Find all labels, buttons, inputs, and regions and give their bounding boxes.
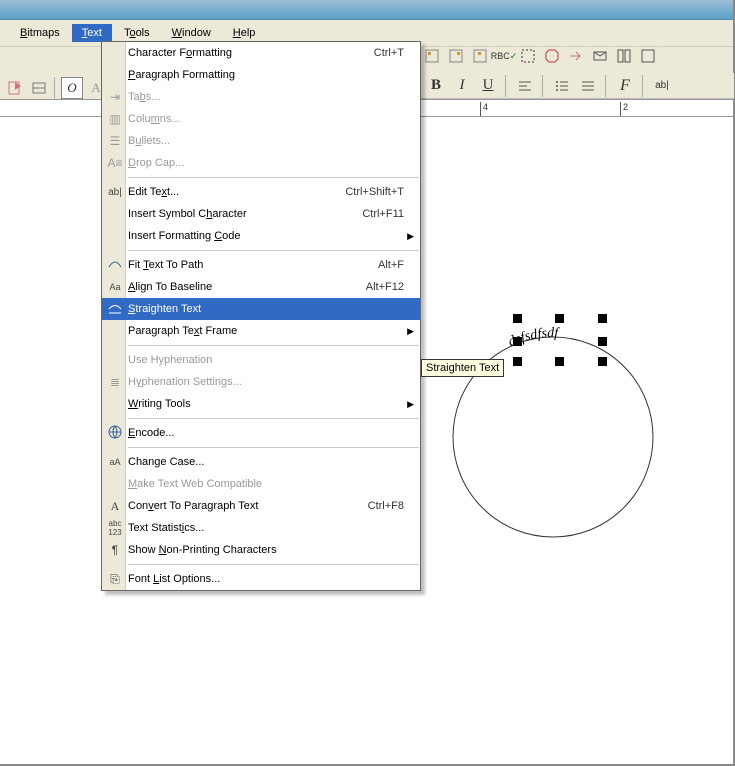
tabs-icon: ⇥: [102, 90, 128, 104]
selection-handle[interactable]: [513, 314, 522, 323]
menu-insert-formatting-code[interactable]: Insert Formatting CodeInsert Formatting …: [102, 225, 420, 247]
toolbar-italic-o[interactable]: O: [61, 77, 83, 99]
bullets-icon: ☰: [102, 134, 128, 148]
straighten-icon: [102, 301, 128, 318]
menu-separator: [128, 177, 419, 178]
selection-handle[interactable]: [513, 337, 522, 346]
submenu-arrow-icon: ▶: [404, 326, 414, 337]
selection-handle[interactable]: [598, 357, 607, 366]
edit-text-button[interactable]: ab|: [651, 75, 673, 97]
underline-button[interactable]: U: [477, 75, 499, 97]
fit-path-icon: [102, 257, 128, 274]
pilcrow-icon: ¶: [102, 543, 128, 557]
submenu-arrow-icon: ▶: [404, 399, 414, 410]
selection-handle[interactable]: [513, 357, 522, 366]
toolbar-separator: [54, 77, 57, 99]
toolbar-separator: [642, 75, 645, 97]
toolbar-separator: [542, 75, 545, 97]
menu-separator: [128, 447, 419, 448]
menu-show-nonprinting[interactable]: ¶ Show Non-Printing CharactersShow Non-P…: [102, 539, 420, 561]
list-button[interactable]: [551, 75, 573, 97]
menu-use-hyphenation: Use Hyphenation: [102, 349, 420, 371]
menu-fit-text-to-path[interactable]: Fit Text To PathFit Text To Path Alt+F: [102, 254, 420, 276]
convert-para-icon: A: [102, 499, 128, 514]
wrap-icon[interactable]: [421, 45, 443, 67]
dropcap-icon: A≡: [102, 156, 128, 170]
wrap-icon2[interactable]: [445, 45, 467, 67]
italic-button[interactable]: I: [451, 75, 473, 97]
edit-text-icon: ab|: [102, 187, 128, 198]
toolbar-icons-row1: RBC✓: [421, 45, 659, 67]
menu-text[interactable]: TextText: [72, 24, 112, 42]
wrap-icon3[interactable]: [469, 45, 491, 67]
marquee-icon[interactable]: [517, 45, 539, 67]
change-case-icon: aA: [102, 457, 128, 467]
menu-dropcap: A≡ Drop Cap...Drop Cap...: [102, 152, 420, 174]
encode-icon: [102, 425, 128, 442]
menu-bullets: ☰ Bullets...Bullets...: [102, 130, 420, 152]
menu-separator: [128, 345, 419, 346]
menu-encode[interactable]: Encode...Encode...: [102, 422, 420, 444]
menu-columns: ▥ Columns...Columns...: [102, 108, 420, 130]
selection-handle[interactable]: [598, 337, 607, 346]
align-button[interactable]: [514, 75, 536, 97]
toolbar-separator: [505, 75, 508, 97]
ruler-mark-2: 2: [620, 102, 628, 116]
submenu-arrow-icon: ▶: [404, 231, 414, 242]
spellcheck-icon[interactable]: RBC✓: [493, 45, 515, 67]
menu-insert-symbol[interactable]: Insert Symbol CharacterInsert Symbol Cha…: [102, 203, 420, 225]
arrow-right-icon[interactable]: [565, 45, 587, 67]
menu-paragraph-text-frame[interactable]: Paragraph Text FrameParagraph Text Frame…: [102, 320, 420, 342]
menu-separator: [128, 418, 419, 419]
menu-edit-text[interactable]: ab| Edit Text...Edit Text... Ctrl+Shift+…: [102, 181, 420, 203]
justify-button[interactable]: [577, 75, 599, 97]
menu-straighten-text[interactable]: Straighten TextStraighten Text: [102, 298, 420, 320]
align-baseline-icon: Aa: [102, 282, 128, 292]
toolbar-separator: [605, 75, 608, 97]
statistics-icon: abc123: [102, 519, 128, 537]
dropcap-button[interactable]: F: [614, 75, 636, 97]
toolbar-btn-generic2[interactable]: [28, 77, 50, 99]
menu-text-statistics[interactable]: abc123 Text Statistics...Text Statistics…: [102, 517, 420, 539]
menu-align-baseline[interactable]: Aa Align To BaselineAlign To Baseline Al…: [102, 276, 420, 298]
menu-paragraph-formatting[interactable]: Paragraph FormattingParagraph Formatting: [102, 64, 420, 86]
menu-web-compatible: Make Text Web CompatibleMake Text Web Co…: [102, 473, 420, 495]
text-on-path-object[interactable]: dsfsdfsdf: [438, 322, 668, 555]
menu-convert-paragraph[interactable]: A Convert To Paragraph TextConvert To Pa…: [102, 495, 420, 517]
menu-bitmaps[interactable]: BBitmapsitmaps: [10, 24, 70, 42]
menu-change-case[interactable]: aA Change Case...Change Case...: [102, 451, 420, 473]
text-menu-dropdown: Character FormattingCharacter Formatting…: [101, 41, 421, 591]
menu-separator: [128, 250, 419, 251]
selection-handle[interactable]: [598, 314, 607, 323]
bold-button[interactable]: B: [425, 75, 447, 97]
menu-font-list-options[interactable]: ⎘ Font List Options...Font List Options.…: [102, 568, 420, 590]
columns-icon: ▥: [102, 112, 128, 126]
square-icon[interactable]: [637, 45, 659, 67]
hyphenation-icon: ≣: [102, 375, 128, 389]
menu-separator: [128, 564, 419, 565]
font-list-icon: ⎘: [102, 572, 128, 587]
menu-tools[interactable]: ToolsTools: [114, 24, 160, 42]
menu-window[interactable]: WindowWindow: [162, 24, 221, 42]
selection-handle[interactable]: [555, 314, 564, 323]
menu-help[interactable]: HelpHelp: [223, 24, 266, 42]
octagon-icon[interactable]: [541, 45, 563, 67]
grid-icon[interactable]: [613, 45, 635, 67]
titlebar: [0, 0, 733, 20]
menu-character-formatting[interactable]: Character FormattingCharacter Formatting…: [102, 42, 420, 64]
menu-hyphenation-settings: ≣ Hyphenation Settings...Hyphenation Set…: [102, 371, 420, 393]
toolbar-btn-generic[interactable]: [4, 77, 26, 99]
tooltip: Straighten Text: [421, 359, 504, 377]
envelope-icon[interactable]: [589, 45, 611, 67]
menu-tabs: ⇥ Tabs...Tabs...: [102, 86, 420, 108]
toolbar-icons-row2: B I U F ab|: [421, 73, 734, 99]
selection-handle[interactable]: [555, 357, 564, 366]
menu-writing-tools[interactable]: Writing ToolsWriting Tools ▶: [102, 393, 420, 415]
ruler-mark-4: 4: [480, 102, 488, 116]
